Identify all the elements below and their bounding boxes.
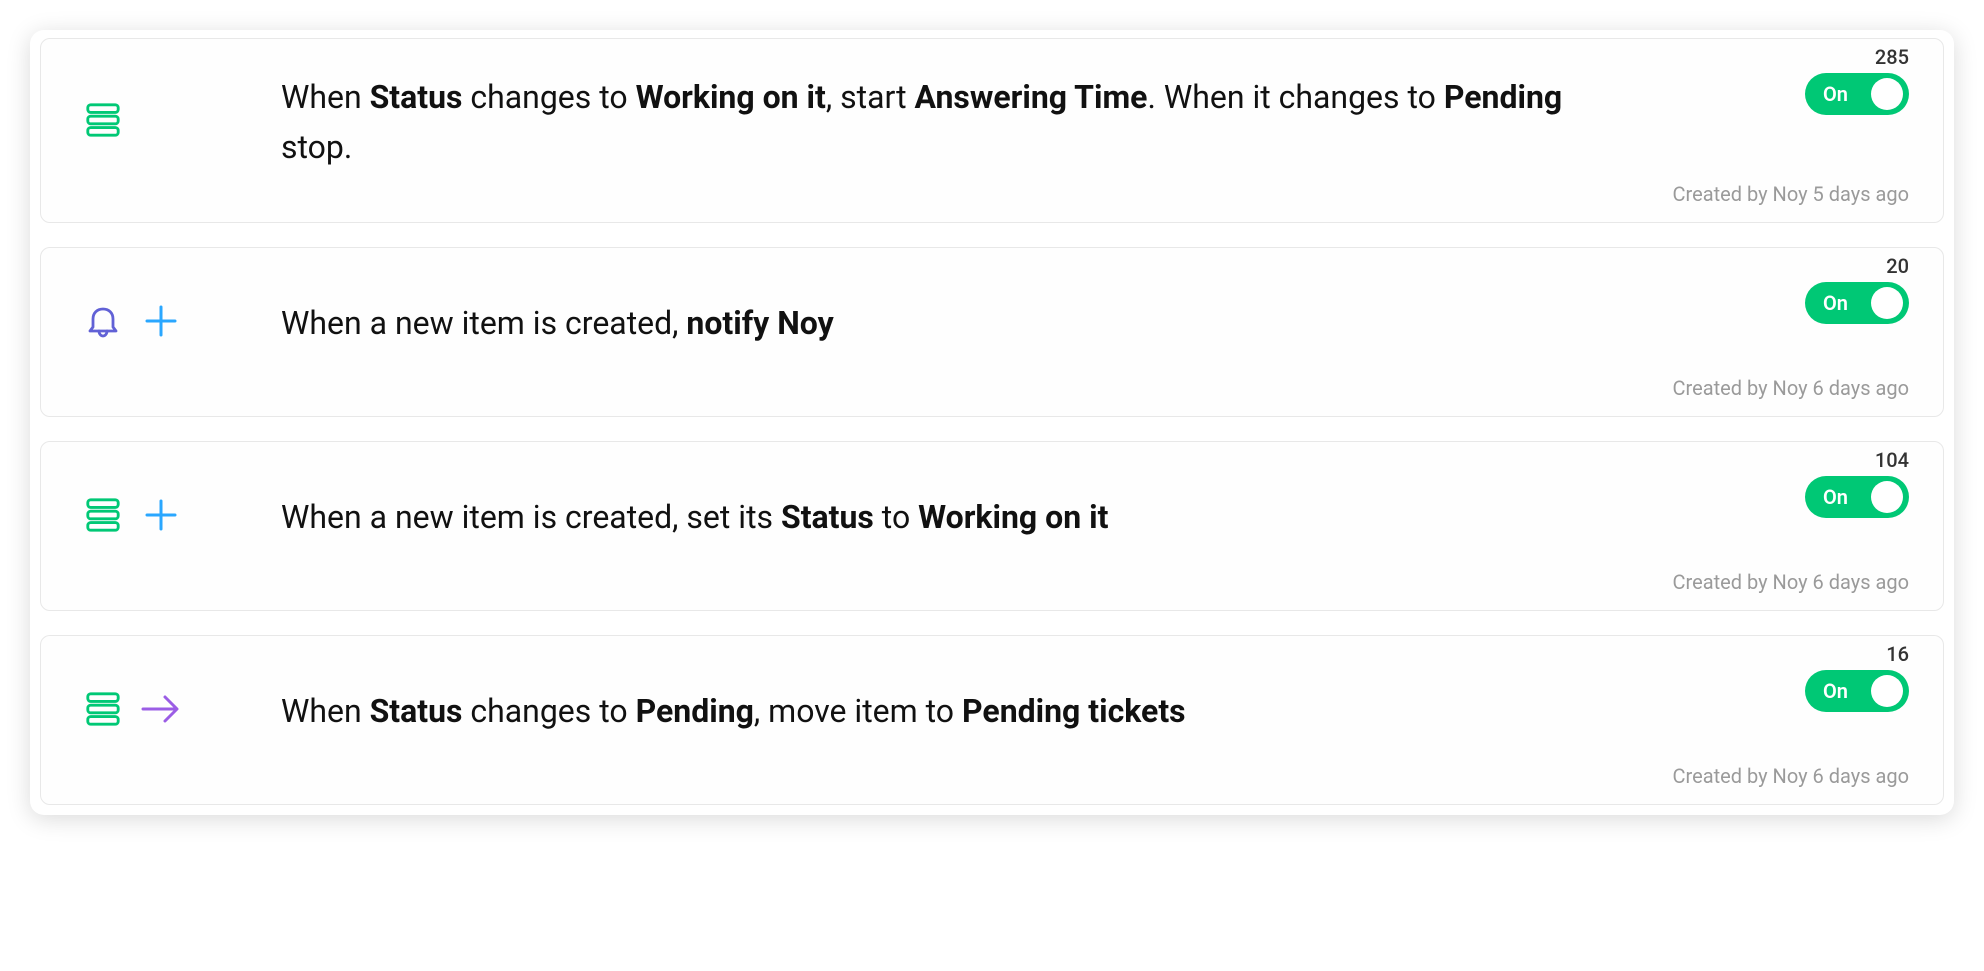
rule-text-fragment: stop. — [281, 128, 352, 166]
rule-token: Status — [781, 498, 874, 536]
automation-icons — [81, 687, 281, 731]
rule-text-fragment: When a new item is created, — [281, 304, 686, 342]
status-icon — [84, 690, 122, 728]
bell-icon — [83, 301, 123, 341]
bell-icon-slot — [81, 299, 125, 343]
rule-text-fragment: changes to — [462, 692, 635, 730]
run-count: 104 — [1875, 448, 1909, 472]
automation-toggle[interactable]: On — [1805, 73, 1909, 115]
automation-icons — [81, 299, 281, 343]
rule-token: Working on it — [918, 498, 1108, 536]
automation-card[interactable]: When Status changes to Working on it, st… — [40, 38, 1944, 223]
rule-text-fragment: When — [281, 692, 370, 730]
automation-icons — [81, 493, 281, 537]
toggle-label: On — [1823, 679, 1848, 703]
created-by-text: Created by Noy 5 days ago — [1673, 182, 1909, 206]
rule-token: notify Noy — [686, 304, 833, 342]
run-count: 20 — [1886, 254, 1909, 278]
automation-card[interactable]: When Status changes to Pending, move ite… — [40, 635, 1944, 805]
status-icon — [84, 496, 122, 534]
automation-toggle[interactable]: On — [1805, 476, 1909, 518]
toggle-label: On — [1823, 485, 1848, 509]
rule-text-fragment: When a new item is created, set its — [281, 498, 781, 536]
status-icon — [84, 101, 122, 139]
arrow-icon-slot — [139, 687, 183, 731]
automations-panel: When Status changes to Working on it, st… — [30, 30, 1954, 815]
rule-text-fragment: , move item to — [754, 692, 962, 730]
created-by-text: Created by Noy 6 days ago — [1673, 570, 1909, 594]
rule-token: Pending — [1444, 78, 1562, 116]
status-icon-slot — [81, 98, 125, 142]
plus-icon — [141, 301, 181, 341]
created-by-text: Created by Noy 6 days ago — [1673, 376, 1909, 400]
automation-card[interactable]: When a new item is created, set its Stat… — [40, 441, 1944, 611]
rule-token: Status — [370, 78, 463, 116]
status-icon-slot — [81, 493, 125, 537]
automation-description: When a new item is created, notify Noy — [281, 299, 834, 349]
rule-token: Pending tickets — [962, 692, 1186, 730]
status-icon-slot — [81, 687, 125, 731]
arrow-right-icon — [139, 689, 183, 729]
rule-token: Working on it — [636, 78, 826, 116]
rule-text-fragment: . When it changes to — [1147, 78, 1443, 116]
rule-token: Pending — [636, 692, 754, 730]
rule-text-fragment: When — [281, 78, 370, 116]
toggle-knob — [1871, 675, 1903, 707]
created-by-text: Created by Noy 6 days ago — [1673, 764, 1909, 788]
toggle-knob — [1871, 78, 1903, 110]
rule-token: Answering Time — [915, 78, 1148, 116]
rule-text-fragment: changes to — [462, 78, 635, 116]
run-count: 285 — [1875, 45, 1909, 69]
toggle-knob — [1871, 481, 1903, 513]
run-count: 16 — [1886, 642, 1909, 666]
rule-token: Status — [370, 692, 463, 730]
rule-text-fragment: to — [874, 498, 918, 536]
automation-description: When a new item is created, set its Stat… — [281, 493, 1108, 543]
rule-text-fragment: , start — [826, 78, 915, 116]
toggle-label: On — [1823, 82, 1848, 106]
plus-icon-slot — [139, 493, 183, 537]
automation-toggle[interactable]: On — [1805, 670, 1909, 712]
automation-description: When Status changes to Pending, move ite… — [281, 687, 1186, 737]
automation-card[interactable]: When a new item is created, notify Noy 20… — [40, 247, 1944, 417]
plus-icon — [141, 495, 181, 535]
automation-description: When Status changes to Working on it, st… — [281, 73, 1621, 172]
automation-icons — [81, 98, 281, 142]
toggle-knob — [1871, 287, 1903, 319]
automation-toggle[interactable]: On — [1805, 282, 1909, 324]
plus-icon-slot — [139, 299, 183, 343]
toggle-label: On — [1823, 291, 1848, 315]
